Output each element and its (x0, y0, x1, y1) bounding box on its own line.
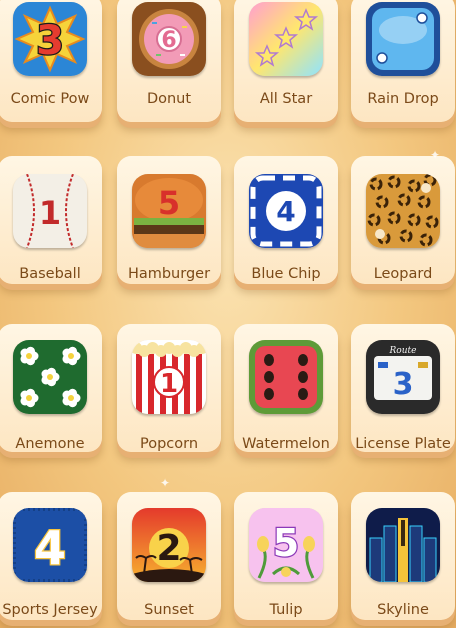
theme-card-skyline[interactable]: Skyline (351, 492, 455, 620)
donut-icon: 6 (132, 2, 206, 76)
theme-card-popcorn[interactable]: 1 Popcorn (117, 324, 221, 452)
theme-card-leopard[interactable]: Leopard (351, 156, 455, 284)
theme-card-hamburger[interactable]: 5 Hamburger (117, 156, 221, 284)
watermelon-icon (249, 340, 323, 414)
theme-card-blue-chip[interactable]: 4 Blue Chip (234, 156, 338, 284)
baseball-icon: 1 (13, 174, 87, 248)
theme-label: Hamburger (127, 266, 211, 282)
theme-label: Sunset (144, 602, 194, 618)
svg-text:3: 3 (36, 18, 64, 64)
hamburger-icon: 5 (132, 174, 206, 248)
theme-label: Popcorn (139, 436, 199, 452)
theme-label: Donut (146, 91, 192, 107)
theme-label: Rain Drop (367, 91, 439, 107)
theme-card-sports-jersey[interactable]: 4 Sports Jersey (0, 492, 102, 620)
theme-label: Baseball (19, 266, 81, 282)
svg-text:1: 1 (39, 194, 61, 232)
theme-card-baseball[interactable]: 1 Baseball (0, 156, 102, 284)
theme-card-watermelon[interactable]: Watermelon (234, 324, 338, 452)
tulip-icon: 5 (249, 508, 323, 582)
anemone-icon (13, 340, 87, 414)
popcorn-icon: 1 (132, 340, 206, 414)
blue-chip-icon: 4 (249, 174, 323, 248)
theme-card-all-star[interactable]: All Star (234, 0, 338, 122)
theme-card-comic-pow[interactable]: 3 Comic Pow (0, 0, 102, 122)
sunset-icon: 2 (132, 508, 206, 582)
theme-label: License Plate (355, 436, 451, 452)
theme-label: Sports Jersey (2, 602, 98, 618)
leopard-icon (366, 174, 440, 248)
svg-text:4: 4 (34, 521, 66, 575)
svg-text:1: 1 (160, 369, 178, 399)
sparkle-icon: ✦ (160, 476, 171, 490)
theme-label: Blue Chip (251, 266, 321, 282)
svg-text:3: 3 (393, 367, 414, 402)
theme-card-anemone[interactable]: Anemone (0, 324, 102, 452)
theme-label: Comic Pow (10, 91, 90, 107)
theme-card-donut[interactable]: 6 Donut (117, 0, 221, 122)
svg-text:5: 5 (273, 521, 299, 565)
rain-drop-icon (366, 2, 440, 76)
sparkle-icon: ✦ (430, 148, 441, 162)
theme-card-rain-drop[interactable]: Rain Drop (351, 0, 455, 122)
theme-label: Watermelon (242, 436, 330, 452)
theme-label: Anemone (15, 436, 85, 452)
theme-label: Skyline (377, 602, 429, 618)
svg-text:6: 6 (161, 28, 176, 53)
theme-label: Tulip (269, 602, 303, 618)
svg-text:2: 2 (156, 528, 181, 569)
theme-card-license-plate[interactable]: Route 3 License Plate (351, 324, 455, 452)
all-star-icon (249, 2, 323, 76)
sports-jersey-icon: 4 (13, 508, 87, 582)
svg-text:4: 4 (276, 195, 295, 228)
theme-card-tulip[interactable]: 5 Tulip (234, 492, 338, 620)
comic-pow-icon: 3 (13, 2, 87, 76)
skyline-icon (366, 508, 440, 582)
theme-label: Leopard (373, 266, 433, 282)
theme-card-sunset[interactable]: 2 Sunset (117, 492, 221, 620)
theme-label: All Star (259, 91, 313, 107)
svg-text:5: 5 (158, 184, 180, 222)
license-plate-icon: Route 3 (366, 340, 440, 414)
svg-text:Route: Route (389, 346, 417, 356)
